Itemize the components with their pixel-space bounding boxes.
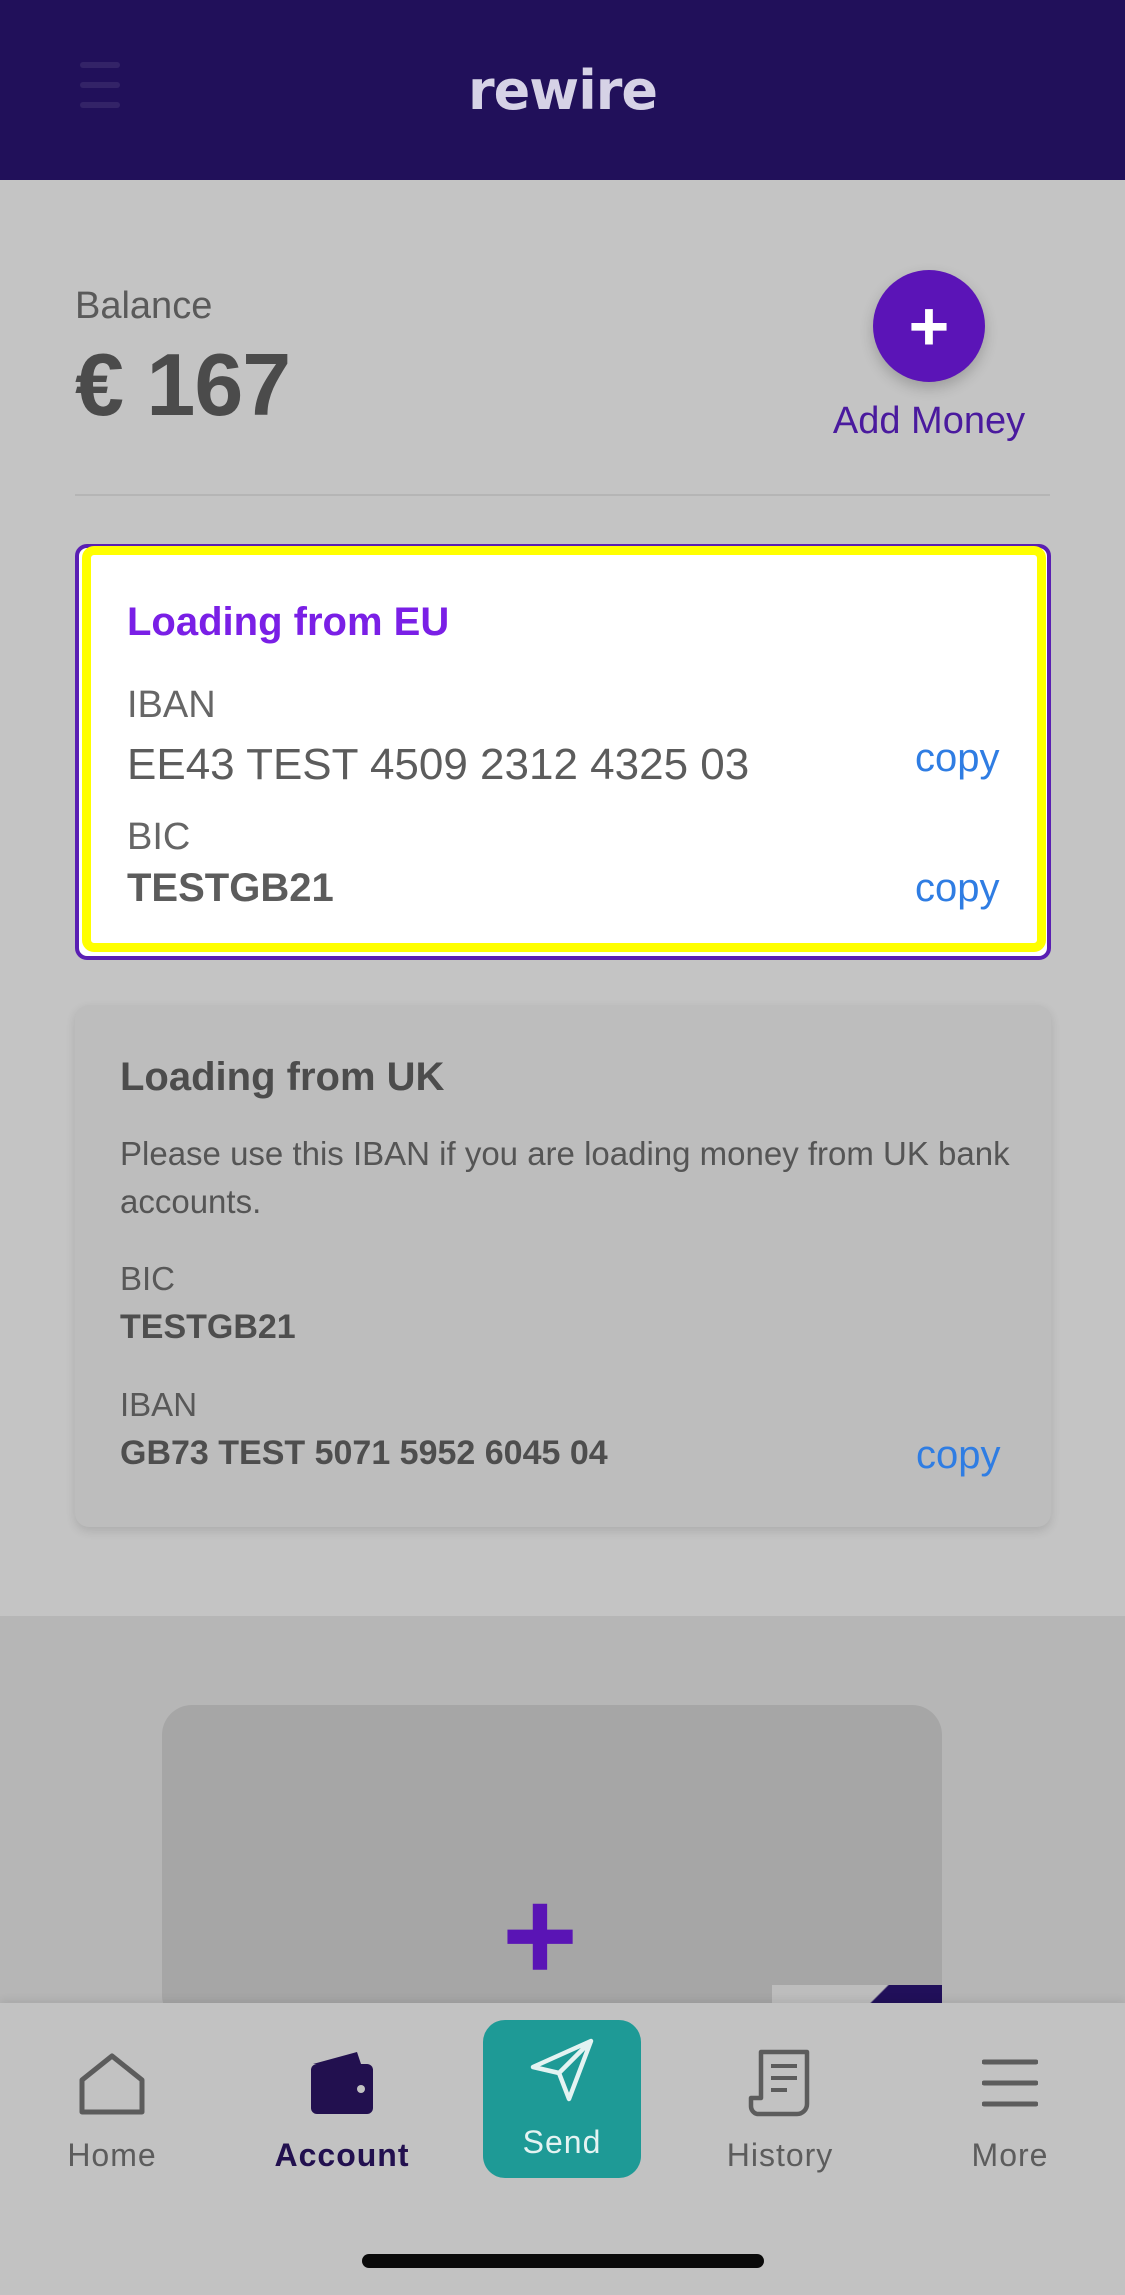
tab-send[interactable]: Send [483,2020,641,2178]
app-logo: rewire [468,58,658,122]
tab-home-label: Home [67,2137,157,2173]
plus-icon[interactable]: + [873,270,985,382]
app-header: rewire [0,0,1125,180]
tab-send-label: Send [522,2124,602,2160]
divider [75,494,1050,496]
add-money-button[interactable]: + Add Money [809,270,1049,443]
tab-history-label: History [726,2137,834,2173]
uk-bic-label: BIC [120,1260,176,1297]
uk-loading-card: Loading from UK Please use this IBAN if … [75,1005,1051,1527]
tab-more-label: More [971,2137,1049,2173]
highlight-box [82,546,1046,952]
plus-icon: + [502,1862,578,2008]
wallet-icon [252,2043,432,2123]
add-card-tile[interactable]: + [162,1705,942,2025]
tab-more[interactable]: More [920,2043,1100,2174]
uk-iban-value: GB73 TEST 5071 5952 6045 04 [120,1434,608,1472]
uk-iban-label: IBAN [120,1386,198,1423]
menu-icon[interactable] [80,62,120,112]
add-money-label[interactable]: Add Money [809,400,1049,443]
menu-icon [920,2043,1100,2123]
paper-plane-icon [483,2020,641,2120]
home-indicator[interactable] [362,2254,764,2268]
bottom-tab-bar: Home Account Send History More [0,2003,1125,2295]
tab-history[interactable]: History [690,2043,870,2174]
uk-card-title: Loading from UK [120,1055,445,1099]
uk-iban-copy-button[interactable]: copy [916,1433,1001,1478]
balance-label: Balance [75,285,213,327]
receipt-icon [690,2043,870,2123]
balance-amount: € 167 [75,335,291,434]
tab-account-label: Account [274,2137,410,2173]
balance-section: Balance € 167 [75,285,291,436]
uk-card-description: Please use this IBAN if you are loading … [120,1135,1010,1220]
home-icon [22,2043,202,2123]
tab-home[interactable]: Home [22,2043,202,2174]
uk-bic-value: TESTGB21 [120,1308,296,1346]
tab-account[interactable]: Account [252,2043,432,2174]
